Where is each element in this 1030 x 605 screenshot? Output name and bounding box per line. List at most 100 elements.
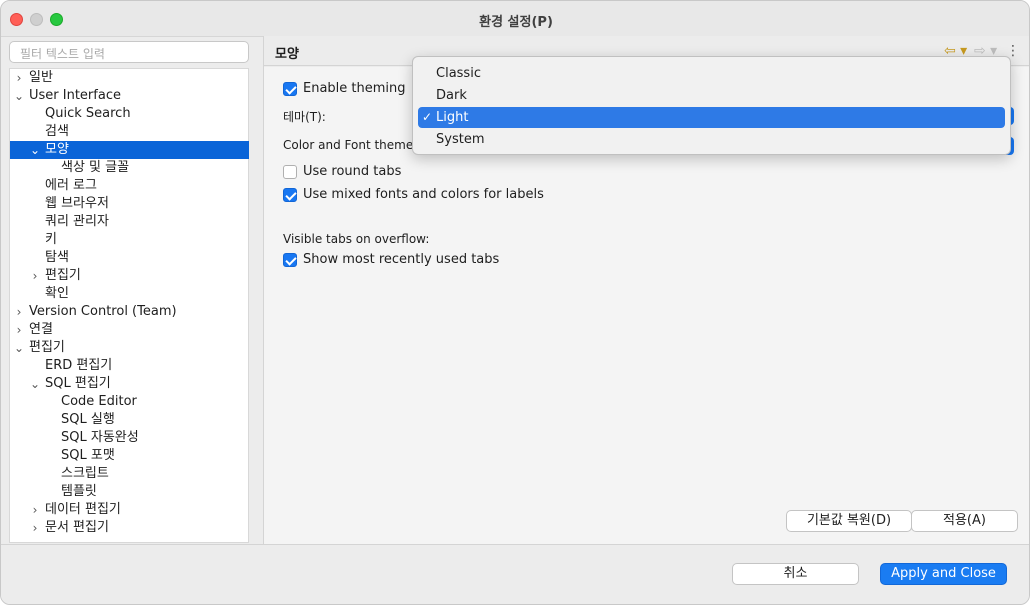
tree-item-label: SQL 포맷	[61, 448, 115, 463]
tree-item[interactable]: SQL 실행	[10, 411, 249, 429]
chevron-right-icon[interactable]: ›	[29, 501, 41, 519]
tree-item-label: SQL 실행	[61, 412, 115, 427]
tree-item-label: SQL 편집기	[45, 376, 111, 391]
restore-defaults-button[interactable]: 기본값 복원(D)	[786, 510, 912, 532]
tree-item[interactable]: › 문서 편집기	[10, 519, 249, 537]
tree-item[interactable]: 웹 브라우저	[10, 195, 249, 213]
tree-item-label: SQL 자동완성	[61, 430, 139, 445]
tree-item[interactable]: 확인	[10, 285, 249, 303]
chevron-down-icon[interactable]: ⌄	[13, 87, 25, 105]
theme-option[interactable]: ✓ Light	[418, 107, 1005, 128]
tree-item[interactable]: Quick Search	[10, 105, 249, 123]
tree-item-label: 웹 브라우저	[45, 196, 109, 211]
tree-item[interactable]: 검색	[10, 123, 249, 141]
use-round-tabs-checkbox[interactable]	[283, 165, 297, 179]
tree-item-label: 편집기	[29, 340, 65, 355]
filter-input[interactable]: 필터 텍스트 입력	[9, 41, 249, 63]
tree-item[interactable]: 쿼리 관리자	[10, 213, 249, 231]
tree-item[interactable]: › 일반	[10, 69, 249, 87]
tree-item[interactable]: › Version Control (Team)	[10, 303, 249, 321]
tree-item[interactable]: ⌄ SQL 편집기	[10, 375, 249, 393]
tree-item-label: 색상 및 글꼴	[61, 160, 130, 175]
tree-item-label: 확인	[45, 286, 69, 301]
tree-item-label: 템플릿	[61, 484, 97, 499]
checkmark-icon: ✓	[422, 110, 433, 124]
tree-item[interactable]: SQL 자동완성	[10, 429, 249, 447]
cancel-button[interactable]: 취소	[732, 563, 859, 585]
tree-item[interactable]: ⌄ 편집기	[10, 339, 249, 357]
theme-option-label: Light	[436, 110, 469, 125]
tree-item[interactable]: ERD 편집기	[10, 357, 249, 375]
tree-item-label: 모양	[45, 142, 69, 157]
tree-item-label: 문서 편집기	[45, 520, 109, 535]
tree-item[interactable]: Code Editor	[10, 393, 249, 411]
chevron-right-icon[interactable]: ›	[29, 267, 41, 285]
tree-item-label: 탐색	[45, 250, 69, 265]
tree-item[interactable]: 템플릿	[10, 483, 249, 501]
chevron-right-icon[interactable]: ›	[13, 303, 25, 321]
use-mixed-fonts-label: Use mixed fonts and colors for labels	[303, 187, 544, 202]
tree-item-label: 스크립트	[61, 466, 109, 481]
chevron-down-icon[interactable]: ⌄	[29, 141, 41, 159]
theme-option-label: System	[436, 132, 485, 147]
chevron-down-icon[interactable]: ⌄	[29, 375, 41, 393]
tree-item[interactable]: 탐색	[10, 249, 249, 267]
tree-item[interactable]: ⌄ User Interface	[10, 87, 249, 105]
chevron-right-icon[interactable]: ›	[13, 69, 25, 87]
chevron-down-icon[interactable]: ⌄	[13, 339, 25, 357]
apply-and-close-button[interactable]: Apply and Close	[880, 563, 1007, 585]
tree-item-label: 연결	[29, 322, 53, 337]
tree-item-label: User Interface	[29, 88, 121, 103]
show-mru-tabs-checkbox[interactable]	[283, 253, 297, 267]
theme-option[interactable]: Classic	[418, 63, 1005, 84]
enable-theming-checkbox[interactable]	[283, 82, 297, 96]
tree-item-label: Quick Search	[45, 106, 131, 121]
tree-item[interactable]: › 연결	[10, 321, 249, 339]
preferences-tree: › 일반 ⌄ User Interface Quick Search 검색 ⌄ 모양색상 및 …	[9, 68, 249, 543]
tree-item-label: ERD 편집기	[45, 358, 113, 373]
show-mru-tabs-label: Show most recently used tabs	[303, 252, 500, 267]
dialog-footer: 취소 Apply and Close	[1, 544, 1029, 604]
apply-button[interactable]: 적용(A)	[911, 510, 1018, 532]
tree-item[interactable]: 색상 및 글꼴	[10, 159, 249, 177]
tree-item-label: 데이터 편집기	[45, 502, 121, 517]
theme-option-label: Dark	[436, 88, 467, 103]
tree-item[interactable]: 에러 로그	[10, 177, 249, 195]
tree-item[interactable]: SQL 포맷	[10, 447, 249, 465]
theme-option-label: Classic	[436, 66, 481, 81]
window-title: 환경 설정(P)	[479, 15, 553, 30]
tree-item[interactable]: ⌄ 모양	[10, 141, 249, 159]
chevron-right-icon[interactable]: ›	[13, 321, 25, 339]
enable-theming-label: Enable theming	[303, 81, 406, 96]
use-mixed-fonts-checkbox[interactable]	[283, 188, 297, 202]
tree-item-label: Code Editor	[61, 394, 137, 409]
tree-item-label: 편집기	[45, 268, 81, 283]
tree-item[interactable]: › 데이터 편집기	[10, 501, 249, 519]
tree-item[interactable]: › 편집기	[10, 267, 249, 285]
visible-tabs-label: Visible tabs on overflow:	[283, 232, 430, 246]
theme-option[interactable]: System	[418, 129, 1005, 150]
theme-option[interactable]: Dark	[418, 85, 1005, 106]
tree-item-label: 검색	[45, 124, 69, 139]
title-bar: 환경 설정(P)	[1, 1, 1029, 37]
tree-item-label: 일반	[29, 70, 53, 85]
color-font-theme-label: Color and Font theme:	[283, 138, 418, 152]
preferences-window: 환경 설정(P) 필터 텍스트 입력 › 일반 ⌄ User Interface Qui…	[0, 0, 1030, 605]
chevron-right-icon[interactable]: ›	[29, 519, 41, 537]
tree-item[interactable]: 키	[10, 231, 249, 249]
tree-item[interactable]: 스크립트	[10, 465, 249, 483]
